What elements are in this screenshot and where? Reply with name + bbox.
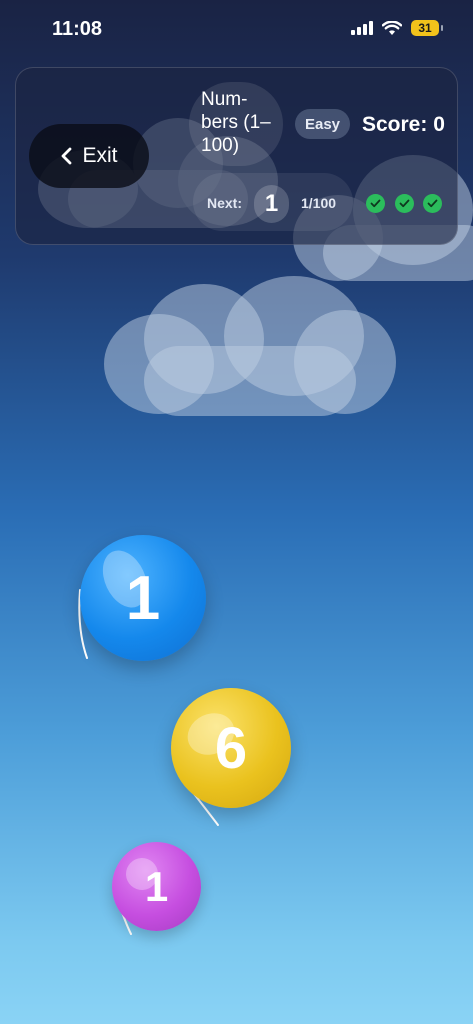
number-balloon[interactable]: 1	[80, 535, 206, 661]
life-check-icon	[395, 194, 414, 213]
status-icons: 31	[351, 20, 443, 36]
number-balloon[interactable]: 6	[171, 688, 291, 808]
balloon-number: 1	[125, 563, 161, 633]
balloon-number: 1	[144, 862, 169, 910]
next-number: 1	[254, 185, 289, 223]
exit-label: Exit	[82, 144, 118, 167]
balloon-number: 6	[214, 715, 248, 781]
status-time: 11:08	[52, 18, 103, 40]
difficulty-badge[interactable]: Easy	[295, 109, 350, 139]
progress-count: 1/100	[301, 195, 337, 211]
exit-button[interactable]: Exit	[29, 124, 149, 188]
status-bar: 11:08 31	[0, 0, 473, 62]
chevron-left-icon	[62, 147, 72, 165]
mode-title: Num- bers (1– 100)	[189, 82, 283, 166]
life-check-icon	[366, 194, 385, 213]
battery-icon: 31	[411, 20, 443, 36]
wifi-icon	[382, 20, 402, 35]
next-label: Next:	[207, 195, 243, 211]
cloud-decoration	[104, 276, 396, 416]
number-balloon[interactable]: 1	[112, 842, 201, 931]
score-label: Score: 0	[362, 113, 445, 136]
life-check-icon	[423, 194, 442, 213]
cellular-signal-icon	[351, 21, 373, 35]
